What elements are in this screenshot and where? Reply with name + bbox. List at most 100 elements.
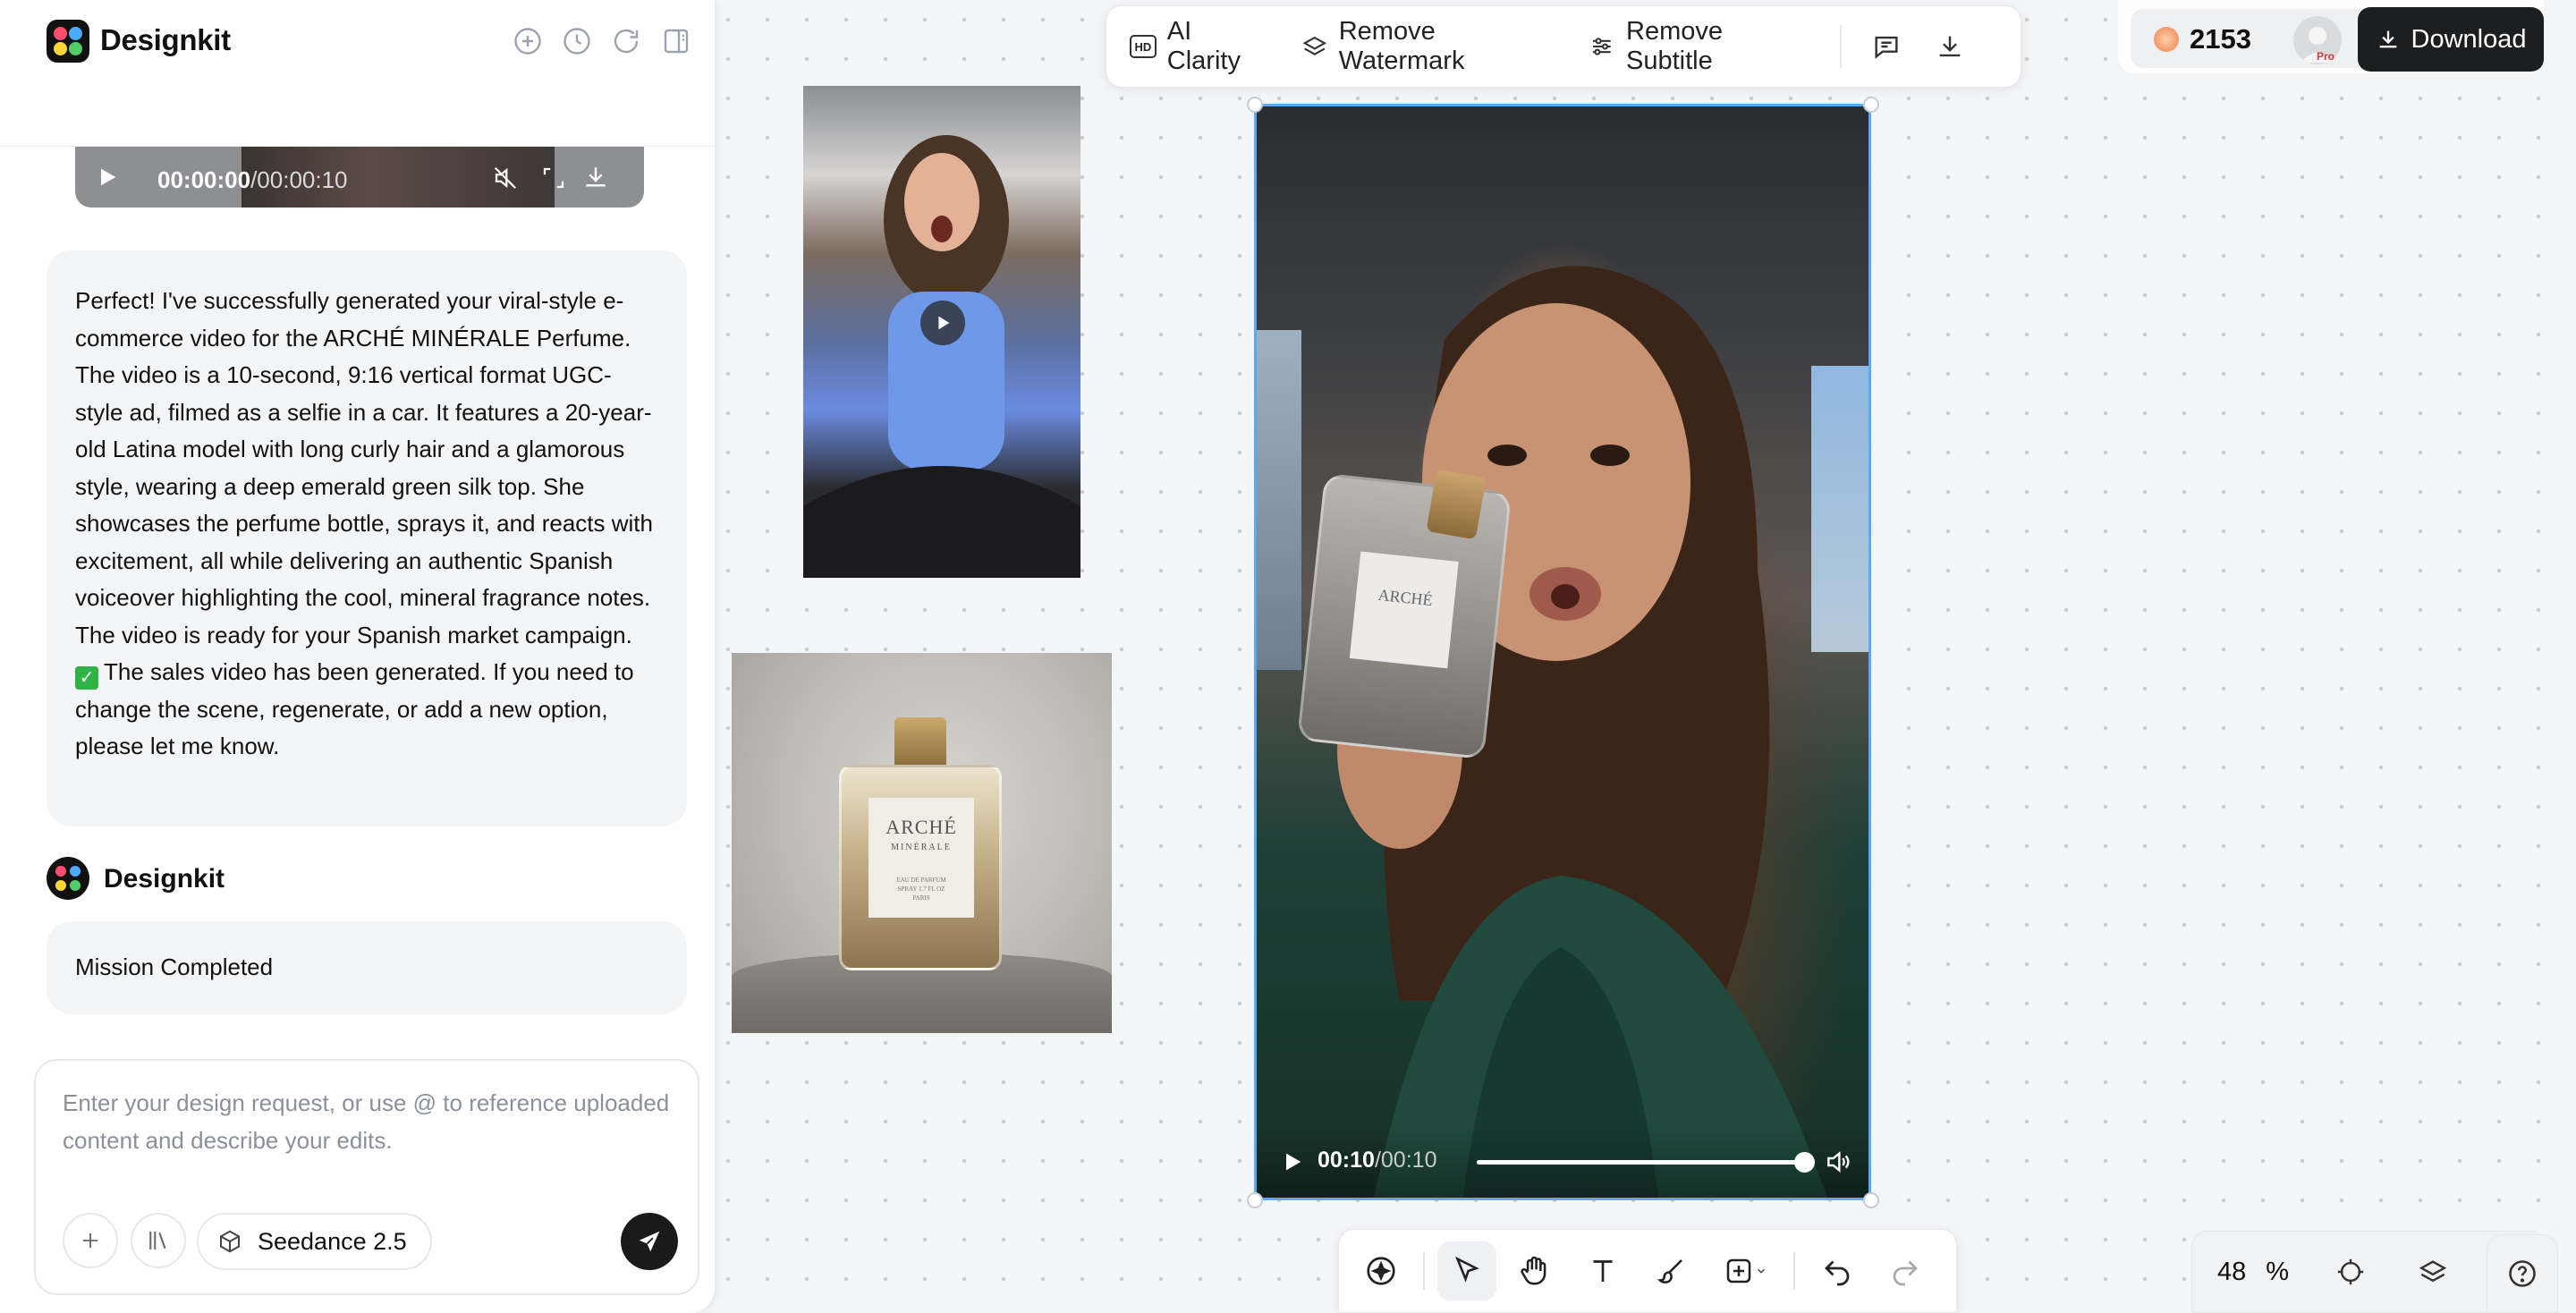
video-total-time: 00:10 [1380, 1148, 1437, 1173]
toolbar-divider [1839, 25, 1842, 68]
remove-subtitle-label: Remove Subtitle [1626, 17, 1724, 75]
hand-icon [1521, 1256, 1546, 1285]
brand-name: Designkit [100, 23, 231, 56]
new-chat-icon[interactable] [512, 25, 544, 57]
sliders-icon [1593, 38, 1612, 55]
select-tool-button[interactable] [1437, 1241, 1496, 1300]
insert-shape-button[interactable] [1709, 1241, 1781, 1300]
status-message: Mission Completed [47, 921, 687, 1014]
volume-icon[interactable] [1824, 1148, 1852, 1176]
download-button[interactable]: Download [2358, 7, 2544, 72]
history-icon[interactable] [561, 25, 593, 57]
video-download-icon[interactable] [581, 163, 610, 191]
bottle-label: ARCHÉ MINÉRALE EAU DE PARFUM SPRAY 1.7 F… [869, 798, 974, 918]
add-square-icon [1726, 1258, 1751, 1283]
cube-icon [220, 1230, 240, 1253]
credits-value: 2153 [2190, 23, 2251, 55]
message-paragraph: Perfect! I've successfully generated you… [75, 287, 660, 648]
refresh-icon[interactable] [610, 25, 642, 57]
sidebar-toggle-icon[interactable] [660, 25, 692, 57]
remove-watermark-button[interactable]: Remove Watermark [1301, 17, 1551, 76]
agent-avatar [47, 857, 89, 900]
player-time: 00:00:00/00:00:10 [157, 166, 348, 194]
resize-handle-bottom-left[interactable] [1247, 1192, 1263, 1208]
download-icon [2379, 30, 2396, 48]
composer: Seedance 2.5 [34, 1059, 699, 1295]
mute-icon[interactable] [492, 165, 519, 191]
credits-box[interactable]: 2153 Pro [2131, 9, 2372, 68]
video-play-icon[interactable] [1280, 1149, 1305, 1174]
pro-badge: Pro [2317, 50, 2335, 63]
chat-panel: Designkit 00:00:00/00:00:10 Perfect! I'v… [0, 0, 716, 1313]
account-panel: 2153 Pro Download [2118, 0, 2544, 73]
remove-subtitle-button[interactable]: Remove Subtitle [1589, 17, 1801, 76]
comment-icon[interactable] [1870, 29, 1903, 64]
remove-watermark-label: Remove Watermark [1338, 17, 1465, 75]
designkit-logo [47, 20, 89, 63]
video-time-separator: / [1374, 1148, 1381, 1173]
canvas-video-thumbnail[interactable] [803, 86, 1080, 578]
bottom-toolbar [1338, 1229, 1957, 1313]
ai-clarity-button[interactable]: HD AI Clarity [1130, 17, 1264, 76]
add-attachment-button[interactable] [63, 1213, 118, 1268]
text-tool-button[interactable] [1573, 1241, 1632, 1300]
fit-to-screen-icon[interactable] [2335, 1257, 2366, 1287]
toolbar-divider [1423, 1252, 1425, 1290]
status-text: Mission Completed [75, 953, 274, 980]
redo-button[interactable] [1876, 1241, 1935, 1300]
video-progress-knob[interactable] [1794, 1152, 1815, 1173]
thumbnail-play-button[interactable] [920, 301, 965, 345]
send-icon [639, 1231, 660, 1252]
send-button[interactable] [621, 1213, 678, 1270]
layers-icon [1302, 36, 1327, 55]
zoom-value[interactable]: 48 [2217, 1258, 2246, 1287]
resize-handle-top-right[interactable] [1863, 97, 1879, 113]
brush-tool-button[interactable] [1641, 1241, 1700, 1300]
download-icon[interactable] [1934, 29, 1967, 64]
pointer-icon [1455, 1256, 1479, 1283]
undo-button[interactable] [1808, 1241, 1867, 1300]
bottle-cap [894, 717, 946, 769]
message-video-player: 00:00:00/00:00:10 [75, 147, 644, 208]
model-selector[interactable]: Seedance 2.5 [197, 1213, 432, 1270]
sparkle-pin-icon [1367, 1257, 1395, 1285]
library-button[interactable] [131, 1213, 186, 1268]
message-text: Perfect! I've successfully generated you… [75, 283, 658, 766]
held-bottle-cap [1426, 469, 1487, 540]
hand-tool-button[interactable] [1505, 1241, 1564, 1300]
fullscreen-icon[interactable] [540, 165, 567, 191]
video-progress-fill [1477, 1160, 1804, 1165]
toolbar-divider [1793, 1252, 1795, 1290]
help-icon [2509, 1260, 2536, 1287]
chevron-down-icon [1758, 1268, 1765, 1274]
label-name: ARCHÉ [886, 816, 957, 838]
label-small: EAU DE PARFUM SPRAY 1.7 FL OZ PARIS [896, 877, 946, 902]
ai-tool-button[interactable] [1352, 1241, 1411, 1300]
model-label: Seedance 2.5 [258, 1227, 407, 1255]
download-label: Download [2411, 24, 2527, 54]
agent-name: Designkit [104, 864, 225, 894]
undo-icon [1825, 1260, 1850, 1286]
player-current-time: 00:00:00 [157, 166, 251, 193]
player-total-time: /00:00:10 [250, 166, 348, 193]
video-current-time: 00:10 [1318, 1148, 1375, 1173]
hd-icon: HD [1130, 35, 1157, 58]
perfume-bottle: ARCHÉ MINÉRALE EAU DE PARFUM SPRAY 1.7 F… [839, 765, 1002, 970]
check-icon: ✓ [75, 666, 98, 690]
text-icon [1593, 1260, 1613, 1282]
resize-handle-bottom-right[interactable] [1863, 1192, 1879, 1208]
redo-icon [1893, 1260, 1918, 1286]
layers-panel-icon[interactable] [2418, 1257, 2448, 1287]
label-sub: MINÉRALE [891, 843, 952, 852]
resize-handle-top-left[interactable] [1247, 97, 1263, 113]
prompt-input[interactable] [63, 1084, 671, 1165]
help-button[interactable] [2487, 1234, 2558, 1313]
credits-coin-icon [2154, 27, 2179, 52]
play-icon[interactable] [95, 165, 120, 190]
held-bottle-label: ARCHÉ [1349, 551, 1459, 669]
video-progress-track[interactable] [1477, 1152, 1815, 1173]
selected-video[interactable]: ARCHÉ 00:10/00:10 [1254, 104, 1871, 1200]
canvas-product-image[interactable]: ARCHÉ MINÉRALE EAU DE PARFUM SPRAY 1.7 F… [732, 653, 1112, 1033]
top-toolbar: HD AI Clarity Remove Watermark Remove Su… [1106, 5, 2021, 88]
message-status-line: The sales video has been generated. If y… [75, 658, 640, 759]
